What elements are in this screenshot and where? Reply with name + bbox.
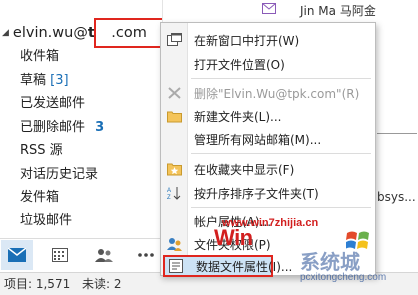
properties-icon <box>169 259 183 273</box>
status-item-count: 项目: 1,571 <box>4 277 71 291</box>
more-nav-icon[interactable] <box>134 243 158 267</box>
new-window-icon <box>167 33 182 46</box>
svg-text:Z: Z <box>167 195 171 200</box>
menu-separator <box>191 207 371 208</box>
navigation-bar <box>0 238 162 273</box>
folder-outbox[interactable]: 发件箱 <box>20 187 59 209</box>
new-folder-icon <box>167 111 182 123</box>
account-highlight-box <box>94 18 166 48</box>
menu-item-new-folder[interactable]: 新建文件夹(L)... <box>161 105 375 127</box>
envelope-icon <box>262 3 276 14</box>
menu-item-label: 删除"Elvin.Wu@tpk.com"(R) <box>194 87 360 101</box>
menu-item-manage-site-mailboxes[interactable]: 管理所有网站邮箱(M)... <box>161 128 375 150</box>
mail-sender[interactable]: Jin Ma 马阿金 <box>300 2 376 19</box>
context-menu: 在新窗口中打开(W) 打开文件位置(O) 删除"Elvin.Wu@tpk.com… <box>160 22 376 277</box>
menu-item-sort-subfolders[interactable]: AZ 按升序排序子文件夹(T) <box>161 182 375 204</box>
folder-count: 3 <box>95 120 105 135</box>
menu-item-label: 在收藏夹中显示(F) <box>194 163 295 177</box>
menu-item-data-file-properties[interactable]: 数据文件属性(I)... <box>163 255 292 277</box>
menu-item-label: 管理所有网站邮箱(M)... <box>194 133 322 147</box>
status-unread-count: 未读: 2 <box>82 277 122 291</box>
folder-deleted[interactable]: 已删除邮件 3 <box>20 117 104 139</box>
people-nav-icon[interactable] <box>92 243 116 267</box>
folder-count: [3] <box>50 73 69 88</box>
mail-nav-icon[interactable] <box>5 243 29 267</box>
menu-item-open-file-location[interactable]: 打开文件位置(O) <box>161 53 375 75</box>
menu-item-label: 新建文件夹(L)... <box>194 110 282 124</box>
account-name-prefix: elvin.wu@ <box>12 25 88 41</box>
watermark-cn: 系统城 <box>300 250 360 274</box>
calendar-nav-icon[interactable] <box>48 243 72 267</box>
menu-item-label: 在新窗口中打开(W) <box>194 34 300 48</box>
watermark-win7: Win <box>214 225 253 251</box>
folder-drafts[interactable]: 草稿 [3] <box>20 70 69 92</box>
folder-label: 收件箱 <box>20 49 60 64</box>
favorite-star-icon <box>167 163 182 176</box>
account-header[interactable]: ◢ elvin.wu@ t .com <box>2 18 166 48</box>
watermark-win-text: Win <box>214 225 253 250</box>
sort-ascending-icon: AZ <box>167 187 181 200</box>
folder-label: 已删除邮件 <box>20 120 86 135</box>
menu-item-delete-account[interactable]: 删除"Elvin.Wu@tpk.com"(R) <box>161 82 375 104</box>
folder-inbox[interactable]: 收件箱 <box>20 46 59 68</box>
divider <box>377 133 417 134</box>
folder-conversation-history[interactable]: 对话历史记录 <box>20 164 98 186</box>
menu-separator <box>191 153 371 154</box>
folder-rss[interactable]: RSS 源 <box>20 140 63 162</box>
delete-icon <box>168 87 181 99</box>
menu-item-open-new-window[interactable]: 在新窗口中打开(W) <box>161 29 375 51</box>
mail-fragment: bsys... <box>377 190 416 204</box>
menu-separator <box>191 78 371 79</box>
folder-sent[interactable]: 已发送邮件 <box>20 93 85 115</box>
folder-label: 对话历史记录 <box>20 167 99 182</box>
svg-text:A: A <box>167 188 171 194</box>
collapse-triangle-icon[interactable]: ◢ <box>2 28 9 38</box>
folder-junk[interactable]: 垃圾邮件 <box>20 210 72 232</box>
folder-label: 草稿 <box>20 73 47 88</box>
menu-item-label: 按升序排序子文件夹(T) <box>194 187 319 201</box>
watermark-site: pcxitongcheng.com <box>300 272 387 283</box>
folder-label: 发件箱 <box>20 190 60 205</box>
folder-label: RSS 源 <box>20 143 63 158</box>
folder-label: 已发送邮件 <box>20 96 86 111</box>
menu-item-show-in-favorites[interactable]: 在收藏夹中显示(F) <box>161 158 375 180</box>
permissions-icon <box>167 238 182 251</box>
menu-item-label: 数据文件属性(I)... <box>196 260 293 274</box>
folder-pane: ◢ elvin.wu@ t .com 收件箱 草稿 [3] 已发送邮件 已删除邮… <box>0 0 166 274</box>
menu-item-label: 打开文件位置(O) <box>194 58 285 72</box>
folder-label: 垃圾邮件 <box>20 213 73 228</box>
